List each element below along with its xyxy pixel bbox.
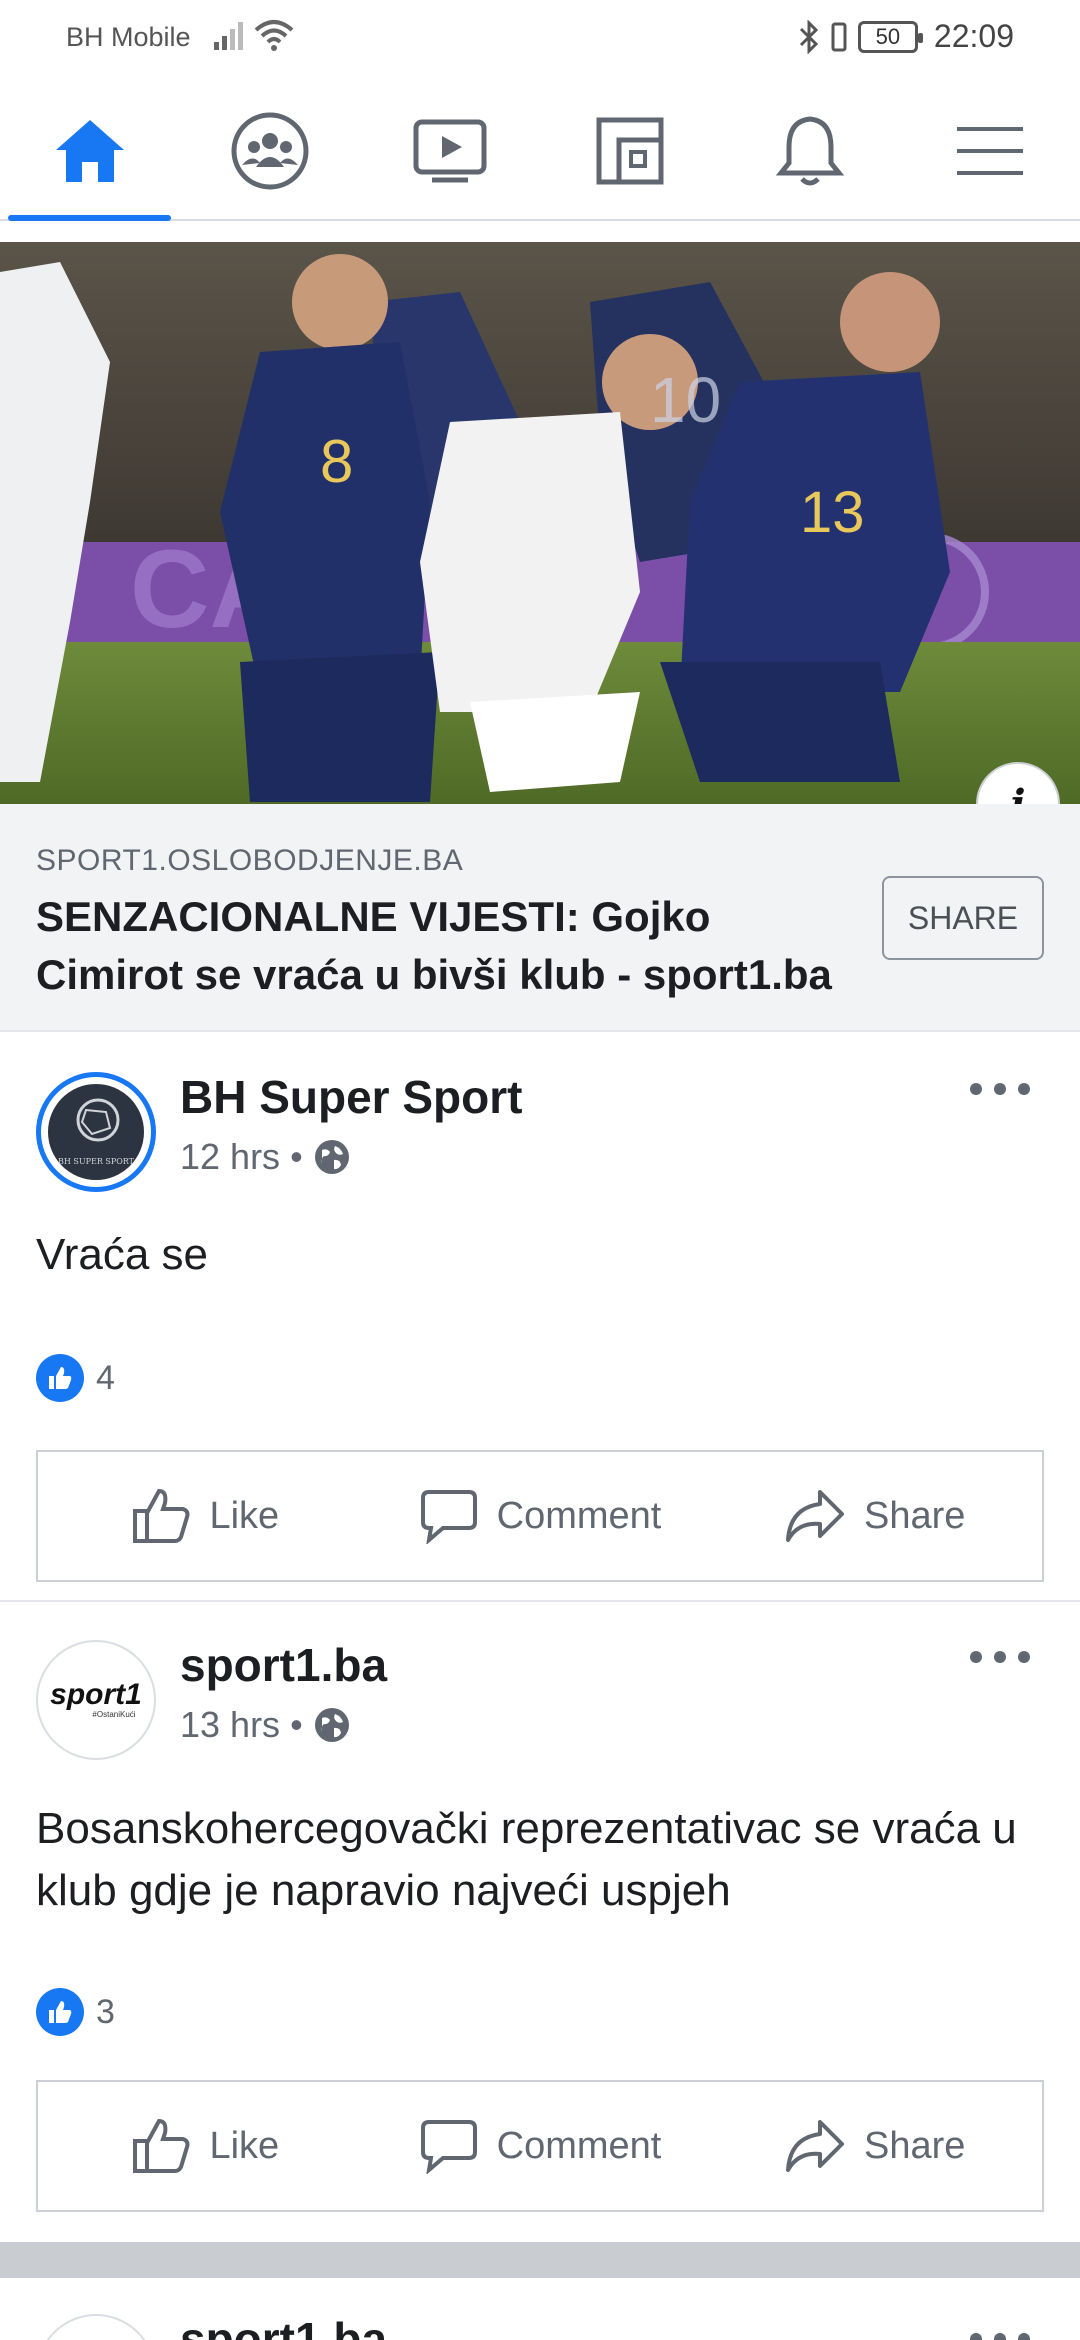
bh-super-sport-logo: BH SUPER SPORT [48, 1084, 144, 1180]
top-nav [0, 76, 1080, 221]
link-domain: SPORT1.OSLOBODJENJE.BA [36, 844, 464, 877]
link-preview-image[interactable]: CA 8 13 10 [0, 242, 1080, 804]
tab-watch[interactable] [405, 106, 495, 196]
logo-text: sport1 [50, 1678, 142, 1711]
thumbs-up-icon [133, 1488, 190, 1543]
like-label: Like [209, 2124, 280, 2167]
svg-text:10: 10 [650, 364, 721, 436]
meta-separator: • [290, 1704, 303, 1745]
post-text: Bosanskohercegovački reprezentativac se … [36, 1804, 1017, 1915]
post-card: sport1 #OstaniKući sport1.ba 13 hrs • Bo… [0, 1602, 1080, 2242]
logo-tag: #OstaniKući [92, 1710, 135, 1719]
avatar[interactable]: BH SUPER SPORT [36, 1072, 156, 1192]
pages-icon [596, 117, 664, 185]
more-options-icon[interactable] [970, 1074, 1030, 1104]
status-bar: BH Mobile 50 22:09 [0, 0, 1080, 76]
post-actions: Like Comment Share [36, 1450, 1044, 1582]
globe-icon [314, 1140, 349, 1174]
comment-icon [420, 1490, 477, 1544]
post-author[interactable]: sport1.ba [180, 1638, 387, 1692]
like-reaction-icon [36, 1354, 84, 1402]
sport1-logo: sport1 #OstaniKući [50, 1678, 142, 1719]
comment-icon [420, 2120, 477, 2174]
tab-pages[interactable] [585, 106, 675, 196]
reaction-summary[interactable]: 3 [36, 1988, 115, 2036]
share-label: Share [863, 2124, 966, 2167]
link-preview[interactable]: SPORT1.OSLOBODJENJE.BA SENZACIONALNE VIJ… [0, 804, 1080, 1032]
active-tab-indicator [8, 215, 171, 221]
link-share-button[interactable]: SHARE [882, 876, 1044, 960]
tab-groups[interactable] [225, 106, 315, 196]
share-button[interactable]: Share [707, 1452, 1042, 1580]
hamburger-menu-icon [957, 127, 1023, 175]
post-meta: 12 hrs • [180, 1136, 351, 1178]
avatar[interactable]: sport1 #OstaniKući [36, 1640, 156, 1760]
post-text: Vraća se [36, 1230, 209, 1279]
more-options-icon[interactable] [970, 2324, 1030, 2340]
svg-text:8: 8 [320, 428, 353, 495]
post-time[interactable]: 13 hrs [180, 1704, 280, 1746]
globe-icon [314, 1708, 349, 1742]
share-label: Share [863, 1494, 966, 1537]
like-button[interactable]: Like [38, 1452, 373, 1580]
like-reaction-icon [36, 1988, 84, 2036]
tab-menu[interactable] [945, 106, 1035, 196]
link-title: SENZACIONALNE VIJESTI: Gojko Cimirot se … [36, 893, 832, 998]
share-arrow-icon [785, 1490, 844, 1542]
football-photo: CA 8 13 10 [0, 242, 1080, 804]
comment-button[interactable]: Comment [373, 2082, 708, 2210]
post-actions: Like Comment Share [36, 2080, 1044, 2212]
signal-icon [214, 22, 243, 50]
like-label: Like [209, 1494, 280, 1537]
post-card: BH SUPER SPORT BH Super Sport 12 hrs • V… [0, 1034, 1080, 1602]
bell-icon [775, 116, 845, 186]
bluetooth-icon [799, 19, 819, 54]
avatar[interactable] [36, 2314, 156, 2340]
reaction-summary[interactable]: 4 [36, 1354, 115, 1402]
post-author[interactable]: sport1.ba [180, 2312, 387, 2340]
tab-notifications[interactable] [765, 106, 855, 196]
battery-indicator: 50 [857, 20, 923, 53]
post-author[interactable]: BH Super Sport [180, 1070, 522, 1124]
feed-separator [0, 2242, 1080, 2278]
post-meta: 13 hrs • [180, 1704, 351, 1746]
logo-text: BH SUPER SPORT [58, 1157, 135, 1166]
comment-button[interactable]: Comment [373, 1452, 708, 1580]
tab-home[interactable] [45, 106, 135, 196]
post-card: sport1.ba [0, 2278, 1080, 2340]
groups-icon [231, 112, 309, 190]
comment-label: Comment [496, 1494, 662, 1537]
thumbs-up-icon [133, 2118, 190, 2173]
more-options-icon[interactable] [970, 1642, 1030, 1672]
carrier-name: BH Mobile [66, 22, 191, 52]
comment-label: Comment [496, 2124, 662, 2167]
clock: 22:09 [933, 18, 1014, 54]
wifi-icon [254, 20, 294, 51]
svg-text:13: 13 [800, 480, 865, 545]
share-arrow-icon [785, 2120, 844, 2172]
vibrate-icon [831, 22, 847, 51]
share-button[interactable]: Share [707, 2082, 1042, 2210]
like-count: 4 [96, 1358, 115, 1397]
home-icon [56, 120, 124, 182]
video-icon [413, 119, 487, 183]
post-time[interactable]: 12 hrs [180, 1136, 280, 1178]
like-count: 3 [96, 1992, 115, 2031]
meta-separator: • [290, 1136, 303, 1177]
like-button[interactable]: Like [38, 2082, 373, 2210]
